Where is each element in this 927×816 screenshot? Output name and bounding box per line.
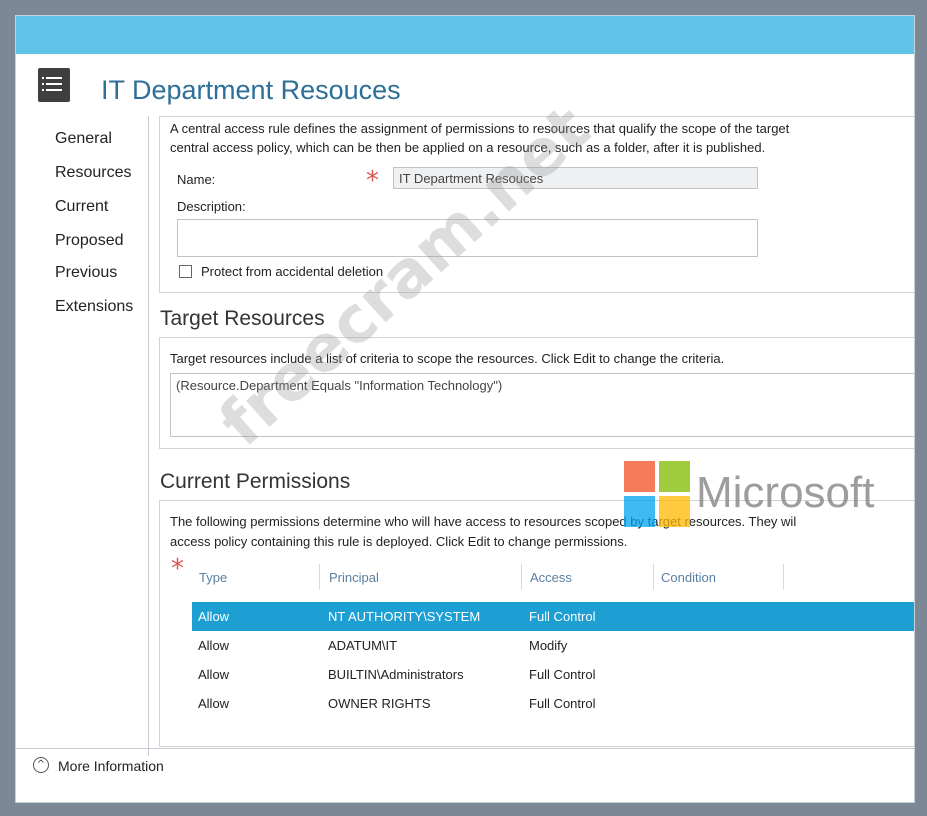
target-resources-intro: Target resources include a list of crite… [170, 351, 725, 366]
column-divider [319, 564, 320, 590]
microsoft-logo-text: Microsoft [696, 468, 875, 517]
permission-principal: OWNER RIGHTS [328, 696, 431, 711]
general-description-line2: central access policy, which can be then… [170, 140, 766, 155]
required-star-icon: * [366, 166, 379, 196]
permission-access: Full Control [529, 667, 596, 682]
column-divider [521, 564, 522, 590]
list-icon [38, 68, 70, 102]
general-description-line1: A central access rule defines the assign… [170, 121, 790, 136]
permission-type: Allow [198, 609, 230, 624]
column-divider [783, 564, 784, 590]
microsoft-logo-icon [624, 461, 690, 527]
footer-divider [16, 748, 914, 749]
permissions-intro-line2: access policy containing this rule is de… [170, 534, 628, 549]
permission-type: Allow [198, 638, 230, 653]
permission-row[interactable]: Allow BUILTIN\Administrators Full Contro… [192, 660, 914, 689]
window-titlebar[interactable] [16, 16, 914, 54]
nav-item-previous[interactable]: Previous [55, 264, 117, 282]
permission-row[interactable]: Allow ADATUM\IT Modify [192, 631, 914, 660]
permission-row[interactable]: Allow NT AUTHORITY\SYSTEM Full Control [192, 602, 914, 631]
permission-access: Full Control [529, 609, 596, 624]
permission-access: Full Control [529, 696, 596, 711]
nav-item-proposed[interactable]: Proposed [55, 232, 124, 250]
permission-row[interactable]: Allow OWNER RIGHTS Full Control [192, 689, 914, 718]
description-field[interactable] [177, 219, 758, 257]
permission-principal: NT AUTHORITY\SYSTEM [328, 609, 481, 624]
required-star-icon: * [171, 554, 184, 584]
chevron-up-icon[interactable]: ^ [33, 757, 49, 773]
column-divider [653, 564, 654, 590]
protect-deletion-label: Protect from accidental deletion [201, 264, 384, 279]
target-resources-title: Target Resources [160, 307, 325, 330]
nav-item-resources[interactable]: Resources [55, 164, 131, 182]
column-header-principal[interactable]: Principal [329, 570, 379, 585]
nav-item-extensions[interactable]: Extensions [55, 298, 133, 316]
column-header-condition[interactable]: Condition [661, 570, 716, 585]
nav-item-current[interactable]: Current [55, 198, 108, 216]
description-label: Description: [177, 199, 246, 214]
properties-window: IT Department Resouces General Resources… [15, 15, 915, 803]
nav-item-general[interactable]: General [55, 130, 112, 148]
permission-principal: BUILTIN\Administrators [328, 667, 464, 682]
sidebar-nav: General Resources Current Proposed Previ… [16, 116, 148, 756]
page-title: IT Department Resouces [101, 75, 401, 105]
column-header-access[interactable]: Access [530, 570, 572, 585]
permission-type: Allow [198, 667, 230, 682]
name-label: Name: [177, 172, 216, 187]
target-criteria-box[interactable]: (Resource.Department Equals "Information… [170, 373, 914, 437]
nav-divider [148, 116, 149, 756]
permission-principal: ADATUM\IT [328, 638, 398, 653]
protect-deletion-checkbox[interactable] [179, 265, 192, 278]
more-information-link[interactable]: More Information [58, 758, 164, 774]
name-field[interactable]: IT Department Resouces [393, 167, 758, 189]
target-criteria-text: (Resource.Department Equals "Information… [176, 378, 503, 393]
permission-access: Modify [529, 638, 568, 653]
current-permissions-title: Current Permissions [160, 470, 351, 493]
permission-type: Allow [198, 696, 230, 711]
column-header-type[interactable]: Type [199, 570, 227, 585]
